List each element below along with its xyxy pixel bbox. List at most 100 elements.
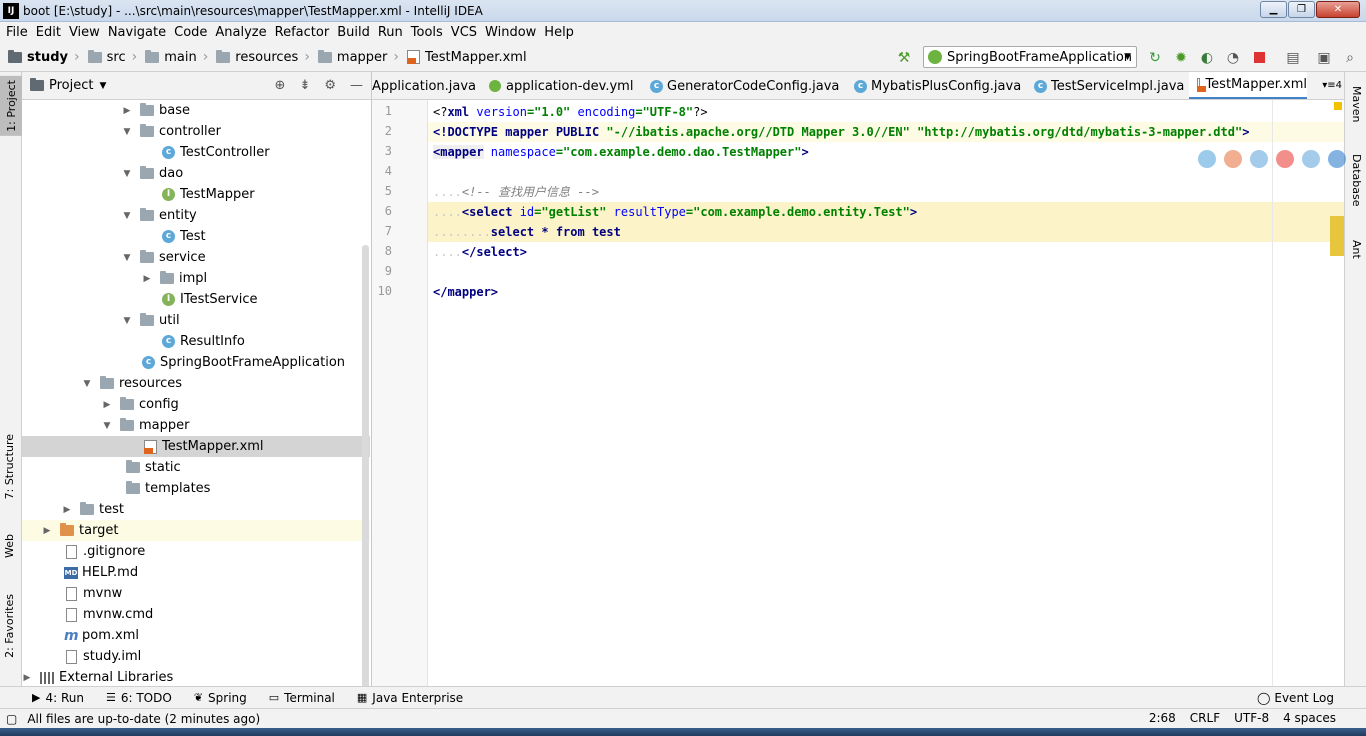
breadcrumb-main[interactable]: main › [137,49,208,65]
tree-item-gitignore[interactable]: .gitignore [22,541,370,562]
chevron-right-icon[interactable]: ▶ [62,505,72,515]
tree-item-templates[interactable]: templates [22,478,370,499]
collapse-all-icon[interactable]: ⇟ [299,78,310,93]
tree-item-itestservice[interactable]: I ITestService [22,289,370,310]
project-structure-icon[interactable]: ▤ [1285,50,1301,66]
chevron-down-icon[interactable]: ▼ [122,169,132,179]
tree-item-testmapper[interactable]: I TestMapper [22,184,370,205]
tree-item-mvnw-cmd[interactable]: mvnw.cmd [22,604,370,625]
line-separator[interactable]: CRLF [1190,711,1220,725]
breadcrumb-src[interactable]: src › [80,49,137,65]
chevron-down-icon[interactable]: ▼ [122,211,132,221]
tree-item-impl[interactable]: ▶ impl [22,268,370,289]
debug-bug-icon[interactable]: ✹ [1173,50,1189,66]
tool-tab-project[interactable]: 1: Project [0,76,22,136]
project-view-select[interactable]: Project [49,78,93,93]
breadcrumb-file[interactable]: TestMapper.xml [399,50,527,65]
code-line-10[interactable]: </mapper> [428,282,1344,302]
tree-item-resultinfo[interactable]: c ResultInfo [22,331,370,352]
tree-item-base[interactable]: ▶ base [22,100,370,121]
tree-item-test-folder[interactable]: ▶ test [22,499,370,520]
menu-navigate[interactable]: Navigate [104,25,170,40]
tree-item-external-libraries[interactable]: ▶ External Libraries [22,667,370,686]
project-scrollbar[interactable] [362,245,369,686]
tree-item-testmapper-xml[interactable]: TestMapper.xml [22,436,370,457]
code-line-7[interactable]: ........select * from test [428,222,1344,242]
chevron-down-icon[interactable]: ▼ [122,127,132,137]
warning-marker[interactable] [1334,102,1342,110]
ie-icon[interactable] [1302,150,1320,168]
caret-position[interactable]: 2:68 [1149,711,1176,725]
tab-testserviceimpl-java[interactable]: c TestServiceImpl.java [1034,72,1184,99]
menu-run[interactable]: Run [374,25,407,40]
tree-item-testcontroller[interactable]: c TestController [22,142,370,163]
tool-tab-maven[interactable]: Maven [1350,86,1363,122]
tree-item-target[interactable]: ▶ target [22,520,370,541]
code-line-6[interactable]: ....<select id="getList" resultType="com… [428,202,1344,222]
tool-tab-web[interactable]: Web [3,534,16,558]
tree-item-service[interactable]: ▼ service [22,247,370,268]
tool-tab-java-enterprise[interactable]: ▦ Java Enterprise [357,691,463,705]
tree-item-help-md[interactable]: MD HELP.md [22,562,370,583]
tree-item-static[interactable]: static [22,457,370,478]
layout-icon[interactable]: ▣ [1316,50,1332,66]
code-line-1[interactable]: <?xml version="1.0" encoding="UTF-8"?> [428,102,1344,122]
highlight-marker[interactable] [1330,216,1344,256]
run-configuration-select[interactable]: SpringBootFrameApplication ▼ [923,46,1137,68]
menu-analyze[interactable]: Analyze [211,25,270,40]
maximize-button[interactable]: ❐ [1288,1,1315,18]
menu-tools[interactable]: Tools [407,25,447,40]
chevron-right-icon[interactable]: ▶ [22,673,32,683]
tab-overflow-button[interactable]: ▾≡4 [1322,80,1342,91]
coverage-icon[interactable]: ◐ [1199,50,1215,66]
chrome-icon[interactable] [1198,150,1216,168]
safari-icon[interactable] [1250,150,1268,168]
code-line-5[interactable]: ....<!-- 查找用户信息 --> [428,182,1344,202]
file-encoding[interactable]: UTF-8 [1234,711,1269,725]
tool-tab-ant[interactable]: Ant [1350,240,1363,259]
tool-tab-todo[interactable]: ☰ 6: TODO [106,691,172,705]
code-editor[interactable]: <?xml version="1.0" encoding="UTF-8"?> <… [428,100,1346,686]
chevron-down-icon[interactable]: ▼ [122,253,132,263]
gear-icon[interactable]: ⚙ [324,78,336,93]
hide-icon[interactable]: — [350,78,363,93]
firefox-icon[interactable] [1224,150,1242,168]
indent-setting[interactable]: 4 spaces [1283,711,1336,725]
tab-generatorcodeconfig-java[interactable]: c GeneratorCodeConfig.java [650,72,839,99]
menu-file[interactable]: File [2,25,32,40]
chevron-right-icon[interactable]: ▶ [42,526,52,536]
tool-tab-terminal[interactable]: ▭ Terminal [269,691,335,705]
tree-item-dao[interactable]: ▼ dao [22,163,370,184]
search-everywhere-icon[interactable]: ⌕ [1342,50,1358,66]
locate-target-icon[interactable]: ⊕ [275,78,286,93]
opera-icon[interactable] [1276,150,1294,168]
chevron-right-icon[interactable]: ▶ [142,274,152,284]
menu-vcs[interactable]: VCS [447,25,481,40]
chevron-right-icon[interactable]: ▶ [122,106,132,116]
chevron-down-icon[interactable]: ▼ [99,81,106,91]
menu-build[interactable]: Build [333,25,374,40]
tree-item-mapper[interactable]: ▼ mapper [22,415,370,436]
tree-item-pom-xml[interactable]: m pom.xml [22,625,370,646]
tool-tab-favorites[interactable]: 2: Favorites [3,594,16,658]
menu-window[interactable]: Window [481,25,540,40]
stop-icon[interactable] [1251,50,1267,66]
build-hammer-icon[interactable]: ⚒ [896,50,912,66]
menu-help[interactable]: Help [540,25,578,40]
menu-refactor[interactable]: Refactor [271,25,334,40]
profile-icon[interactable]: ◔ [1225,50,1241,66]
tab-testmapper-xml[interactable]: TestMapper.xml [1189,72,1307,99]
chevron-down-icon[interactable]: ▼ [102,421,112,431]
tool-tab-run[interactable]: ▶ 4: Run [32,691,84,705]
chevron-right-icon[interactable]: ▶ [102,400,112,410]
tree-item-springbootframeapplication[interactable]: c SpringBootFrameApplication [22,352,370,373]
code-line-2[interactable]: <!DOCTYPE mapper PUBLIC "-//ibatis.apach… [428,122,1344,142]
menu-code[interactable]: Code [170,25,211,40]
chevron-down-icon[interactable]: ▼ [122,316,132,326]
tab-application-dev-yml[interactable]: application-dev.yml [489,72,633,99]
tree-item-util[interactable]: ▼ util [22,310,370,331]
tree-item-mvnw[interactable]: mvnw [22,583,370,604]
code-line-8[interactable]: ....</select> [428,242,1344,262]
rerun-icon[interactable]: ↻ [1147,50,1163,66]
tab-mybatisplusconfig-java[interactable]: c MybatisPlusConfig.java [854,72,1021,99]
